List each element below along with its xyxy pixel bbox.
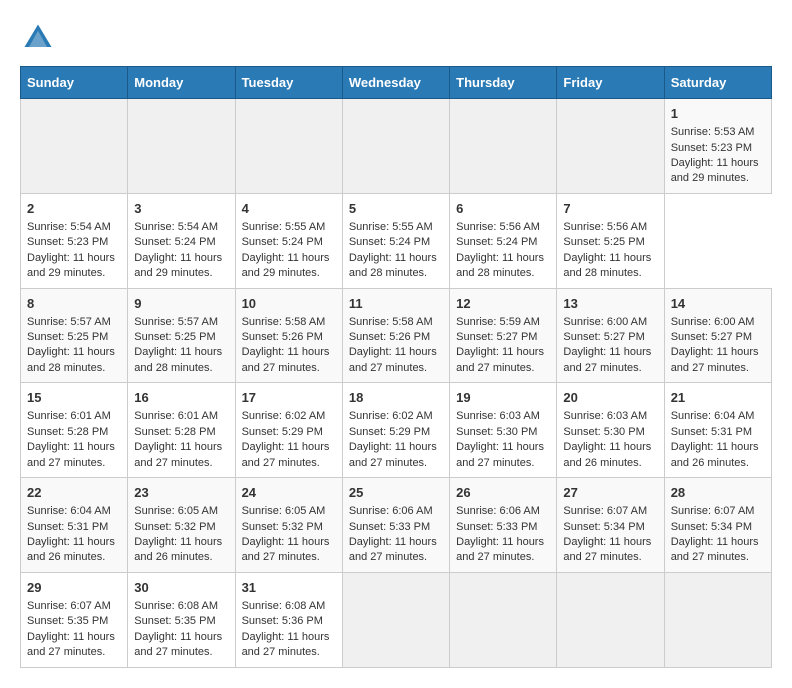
calendar-day: 14Sunrise: 6:00 AMSunset: 5:27 PMDayligh… bbox=[664, 288, 771, 383]
calendar-day-empty bbox=[235, 99, 342, 194]
calendar-day: 18Sunrise: 6:02 AMSunset: 5:29 PMDayligh… bbox=[342, 383, 449, 478]
logo-icon bbox=[20, 20, 56, 56]
calendar-day: 28Sunrise: 6:07 AMSunset: 5:34 PMDayligh… bbox=[664, 478, 771, 573]
calendar-table: SundayMondayTuesdayWednesdayThursdayFrid… bbox=[20, 66, 772, 668]
calendar-day: 3Sunrise: 5:54 AMSunset: 5:24 PMDaylight… bbox=[128, 193, 235, 288]
day-number: 10 bbox=[242, 295, 336, 313]
day-number: 9 bbox=[134, 295, 228, 313]
day-number: 25 bbox=[349, 484, 443, 502]
day-number: 20 bbox=[563, 389, 657, 407]
calendar-day: 23Sunrise: 6:05 AMSunset: 5:32 PMDayligh… bbox=[128, 478, 235, 573]
calendar-day: 27Sunrise: 6:07 AMSunset: 5:34 PMDayligh… bbox=[557, 478, 664, 573]
calendar-day: 21Sunrise: 6:04 AMSunset: 5:31 PMDayligh… bbox=[664, 383, 771, 478]
calendar-day: 1Sunrise: 5:53 AMSunset: 5:23 PMDaylight… bbox=[664, 99, 771, 194]
column-header-friday: Friday bbox=[557, 67, 664, 99]
day-number: 15 bbox=[27, 389, 121, 407]
calendar-day: 4Sunrise: 5:55 AMSunset: 5:24 PMDaylight… bbox=[235, 193, 342, 288]
day-number: 3 bbox=[134, 200, 228, 218]
day-number: 21 bbox=[671, 389, 765, 407]
calendar-week-row: 22Sunrise: 6:04 AMSunset: 5:31 PMDayligh… bbox=[21, 478, 772, 573]
day-number: 2 bbox=[27, 200, 121, 218]
day-number: 4 bbox=[242, 200, 336, 218]
day-number: 11 bbox=[349, 295, 443, 313]
calendar-day: 24Sunrise: 6:05 AMSunset: 5:32 PMDayligh… bbox=[235, 478, 342, 573]
calendar-day: 25Sunrise: 6:06 AMSunset: 5:33 PMDayligh… bbox=[342, 478, 449, 573]
calendar-day: 15Sunrise: 6:01 AMSunset: 5:28 PMDayligh… bbox=[21, 383, 128, 478]
day-number: 17 bbox=[242, 389, 336, 407]
day-number: 22 bbox=[27, 484, 121, 502]
calendar-day: 20Sunrise: 6:03 AMSunset: 5:30 PMDayligh… bbox=[557, 383, 664, 478]
calendar-day: 17Sunrise: 6:02 AMSunset: 5:29 PMDayligh… bbox=[235, 383, 342, 478]
calendar-day: 7Sunrise: 5:56 AMSunset: 5:25 PMDaylight… bbox=[557, 193, 664, 288]
day-number: 8 bbox=[27, 295, 121, 313]
day-number: 23 bbox=[134, 484, 228, 502]
calendar-header-row: SundayMondayTuesdayWednesdayThursdayFrid… bbox=[21, 67, 772, 99]
calendar-day: 22Sunrise: 6:04 AMSunset: 5:31 PMDayligh… bbox=[21, 478, 128, 573]
calendar-day-empty bbox=[21, 99, 128, 194]
calendar-day: 6Sunrise: 5:56 AMSunset: 5:24 PMDaylight… bbox=[450, 193, 557, 288]
calendar-day: 16Sunrise: 6:01 AMSunset: 5:28 PMDayligh… bbox=[128, 383, 235, 478]
calendar-week-row: 15Sunrise: 6:01 AMSunset: 5:28 PMDayligh… bbox=[21, 383, 772, 478]
calendar-day: 31Sunrise: 6:08 AMSunset: 5:36 PMDayligh… bbox=[235, 572, 342, 667]
calendar-day-empty bbox=[342, 99, 449, 194]
calendar-day: 12Sunrise: 5:59 AMSunset: 5:27 PMDayligh… bbox=[450, 288, 557, 383]
column-header-saturday: Saturday bbox=[664, 67, 771, 99]
calendar-day: 30Sunrise: 6:08 AMSunset: 5:35 PMDayligh… bbox=[128, 572, 235, 667]
calendar-day-empty bbox=[557, 99, 664, 194]
column-header-thursday: Thursday bbox=[450, 67, 557, 99]
day-number: 27 bbox=[563, 484, 657, 502]
day-number: 13 bbox=[563, 295, 657, 313]
calendar-day: 19Sunrise: 6:03 AMSunset: 5:30 PMDayligh… bbox=[450, 383, 557, 478]
calendar-week-row: 1Sunrise: 5:53 AMSunset: 5:23 PMDaylight… bbox=[21, 99, 772, 194]
page-header bbox=[20, 20, 772, 56]
calendar-day-empty bbox=[342, 572, 449, 667]
calendar-day: 2Sunrise: 5:54 AMSunset: 5:23 PMDaylight… bbox=[21, 193, 128, 288]
day-number: 28 bbox=[671, 484, 765, 502]
calendar-day: 29Sunrise: 6:07 AMSunset: 5:35 PMDayligh… bbox=[21, 572, 128, 667]
day-number: 29 bbox=[27, 579, 121, 597]
day-number: 14 bbox=[671, 295, 765, 313]
column-header-wednesday: Wednesday bbox=[342, 67, 449, 99]
day-number: 31 bbox=[242, 579, 336, 597]
day-number: 26 bbox=[456, 484, 550, 502]
column-header-tuesday: Tuesday bbox=[235, 67, 342, 99]
calendar-week-row: 8Sunrise: 5:57 AMSunset: 5:25 PMDaylight… bbox=[21, 288, 772, 383]
calendar-day-empty bbox=[128, 99, 235, 194]
calendar-day: 5Sunrise: 5:55 AMSunset: 5:24 PMDaylight… bbox=[342, 193, 449, 288]
calendar-day: 26Sunrise: 6:06 AMSunset: 5:33 PMDayligh… bbox=[450, 478, 557, 573]
day-number: 18 bbox=[349, 389, 443, 407]
day-number: 1 bbox=[671, 105, 765, 123]
day-number: 7 bbox=[563, 200, 657, 218]
calendar-day: 9Sunrise: 5:57 AMSunset: 5:25 PMDaylight… bbox=[128, 288, 235, 383]
calendar-day: 13Sunrise: 6:00 AMSunset: 5:27 PMDayligh… bbox=[557, 288, 664, 383]
day-number: 12 bbox=[456, 295, 550, 313]
calendar-day-empty bbox=[557, 572, 664, 667]
calendar-day-empty bbox=[664, 572, 771, 667]
calendar-week-row: 2Sunrise: 5:54 AMSunset: 5:23 PMDaylight… bbox=[21, 193, 772, 288]
calendar-day: 11Sunrise: 5:58 AMSunset: 5:26 PMDayligh… bbox=[342, 288, 449, 383]
day-number: 16 bbox=[134, 389, 228, 407]
calendar-day: 10Sunrise: 5:58 AMSunset: 5:26 PMDayligh… bbox=[235, 288, 342, 383]
logo bbox=[20, 20, 62, 56]
day-number: 6 bbox=[456, 200, 550, 218]
calendar-day: 8Sunrise: 5:57 AMSunset: 5:25 PMDaylight… bbox=[21, 288, 128, 383]
day-number: 19 bbox=[456, 389, 550, 407]
calendar-day-empty bbox=[450, 99, 557, 194]
day-number: 24 bbox=[242, 484, 336, 502]
calendar-day-empty bbox=[450, 572, 557, 667]
calendar-week-row: 29Sunrise: 6:07 AMSunset: 5:35 PMDayligh… bbox=[21, 572, 772, 667]
day-number: 5 bbox=[349, 200, 443, 218]
day-number: 30 bbox=[134, 579, 228, 597]
column-header-monday: Monday bbox=[128, 67, 235, 99]
column-header-sunday: Sunday bbox=[21, 67, 128, 99]
